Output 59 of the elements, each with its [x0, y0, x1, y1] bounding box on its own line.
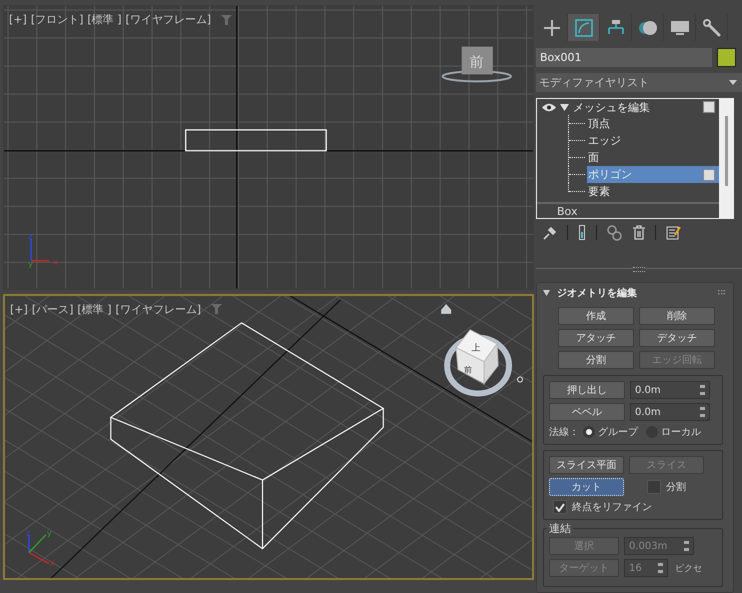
toggle-square-icon[interactable] [703, 168, 715, 180]
sub-object-item[interactable]: 面 [587, 149, 719, 166]
grip-icon[interactable] [718, 290, 725, 296]
trash-icon[interactable] [633, 225, 645, 240]
spinner-field[interactable]: 0.0m [630, 381, 710, 399]
configure-icon[interactable] [666, 225, 681, 240]
expand-triangle-icon[interactable] [543, 290, 550, 296]
shapes-icon[interactable] [607, 224, 623, 240]
unit-label: ピクセ [675, 562, 703, 574]
viewport-menu-label[interactable]: [フロント] [30, 12, 84, 27]
tool-button[interactable]: デタッチ [639, 329, 715, 347]
refine-checkbox[interactable]: 終点をリファイン [549, 500, 717, 514]
tool-button[interactable]: スライス平面 [549, 456, 624, 474]
viewport-menu-label[interactable]: [標準 ] [77, 302, 112, 316]
hierarchy-icon [606, 18, 626, 36]
modifier-item[interactable]: メッシュを編集 [573, 100, 699, 114]
modifier-item[interactable]: Box [537, 202, 719, 218]
tool-button[interactable]: 削除 [639, 307, 715, 325]
viewport-menu-label[interactable]: [ワイヤフレーム] [116, 302, 202, 316]
normals-label: 法線： [549, 426, 579, 439]
group-title: 連結 [547, 521, 573, 536]
toggle-square-icon[interactable] [703, 101, 715, 113]
plus-icon [542, 18, 562, 36]
sub-object-item[interactable]: 要素 [587, 183, 719, 200]
modify-tab[interactable] [568, 14, 600, 41]
modifier-list-dropdown[interactable]: モディファイヤリスト [536, 73, 742, 92]
curve-square-icon [574, 18, 594, 36]
circles-icon [638, 18, 658, 36]
grip-icon[interactable] [633, 267, 645, 272]
tool-button[interactable]: アタッチ [558, 329, 634, 347]
viewport-menu-label[interactable]: [+] [9, 13, 27, 26]
object-name-field[interactable]: Box001 [536, 48, 712, 67]
tool-button[interactable]: ベベル [549, 403, 625, 421]
sub-object-item[interactable]: エッジ [587, 132, 719, 149]
scrollbar-thumb[interactable] [724, 116, 728, 186]
monitor-icon [670, 18, 690, 36]
viewport-menu-label[interactable]: [パース] [32, 302, 74, 316]
viewport-menu-label[interactable]: [+] [10, 302, 28, 316]
tool-button[interactable]: 分割 [558, 351, 634, 369]
tool-button[interactable]: 作成 [558, 307, 634, 325]
spinner-field[interactable]: 0.0m [630, 403, 710, 421]
caret-icon [729, 80, 737, 85]
radio-option[interactable]: グループ [583, 425, 638, 439]
viewport-menu-label[interactable]: [ワイヤフレーム] [126, 12, 212, 27]
rollout-title[interactable]: ジオメトリを編集 [557, 286, 711, 300]
cut-button[interactable]: カット [549, 478, 624, 496]
radio-option[interactable]: ローカル [646, 425, 701, 439]
ring-handle-icon[interactable] [516, 376, 524, 382]
tool-button[interactable]: 押し出し [549, 381, 625, 399]
eye-icon[interactable] [542, 102, 556, 112]
home-icon[interactable] [441, 303, 452, 314]
expand-triangle-icon[interactable] [560, 104, 569, 110]
sub-object-item[interactable]: 頂点 [587, 115, 719, 132]
viewport-menu-label[interactable]: [標準 ] [87, 12, 122, 27]
check-icon [555, 502, 565, 512]
wrench-icon [702, 18, 722, 36]
test-tube-icon[interactable] [578, 225, 586, 240]
object-color-swatch[interactable] [717, 48, 736, 67]
split-checkbox[interactable]: 分割 [629, 480, 704, 494]
